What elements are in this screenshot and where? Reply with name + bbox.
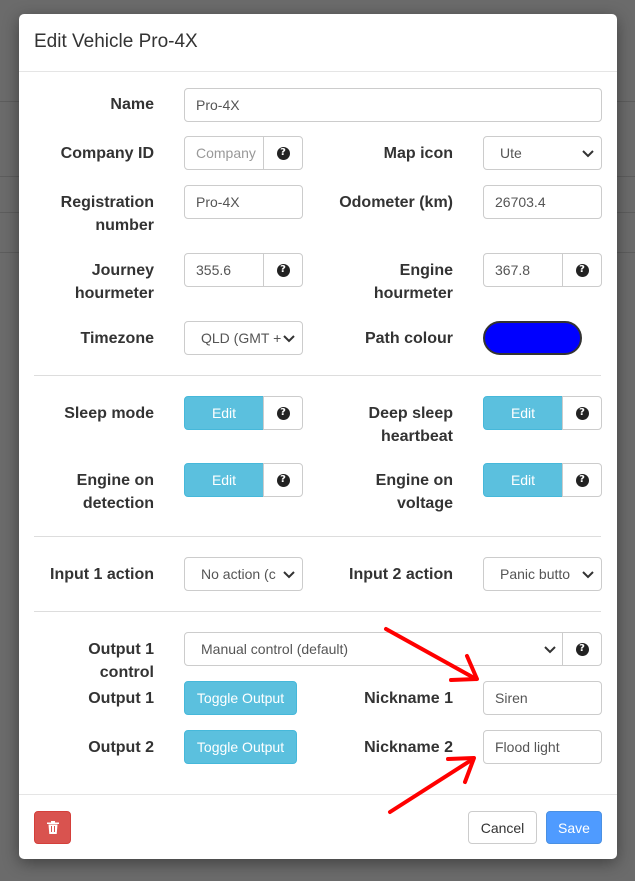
timezone-select[interactable]: QLD (GMT + [184, 321, 303, 355]
engine-detection-help-button[interactable]: ? [263, 463, 303, 497]
sleep-mode-label: Sleep mode [64, 405, 154, 422]
engine-voltage-label-line2: voltage [396, 495, 453, 512]
chevron-down-icon [582, 571, 594, 579]
question-circle-icon: ? [276, 263, 290, 277]
save-button[interactable]: Save [546, 811, 602, 844]
nickname1-label: Nickname 1 [364, 690, 453, 707]
output2-toggle-button[interactable]: Toggle Output [184, 730, 297, 764]
question-circle-icon: ? [276, 146, 290, 160]
input2-action-value: Panic butto [500, 566, 571, 582]
delete-button[interactable] [34, 811, 71, 844]
edit-vehicle-modal: Edit Vehicle Pro-4X Name Pro-4X Company … [19, 14, 617, 859]
map-icon-value: Ute [500, 145, 522, 161]
name-label: Name [110, 96, 154, 113]
path-colour-label: Path colour [364, 330, 453, 347]
engine-hourmeter-label-line2: hourmeter [373, 285, 453, 302]
engine-hourmeter-input[interactable]: 367.8 [483, 253, 563, 287]
engine-detection-label: Engine on detection [34, 469, 154, 515]
company-id-help-button[interactable]: ? [263, 136, 303, 170]
engine-hourmeter-help-button[interactable]: ? [562, 253, 602, 287]
modal-title: Edit Vehicle Pro-4X [34, 31, 198, 52]
registration-label-line2: number [95, 217, 154, 234]
output1-control-value: Manual control (default) [201, 641, 349, 657]
deep-sleep-edit-button[interactable]: Edit [483, 396, 563, 430]
engine-voltage-label: Engine on voltage [319, 469, 453, 515]
timezone-label: Timezone [80, 330, 155, 347]
input1-action-label: Input 1 action [50, 566, 154, 583]
chevron-down-icon [544, 646, 556, 654]
engine-voltage-label-line1: Engine on [375, 472, 453, 489]
journey-hourmeter-label-line2: hourmeter [74, 285, 154, 302]
input1-action-select[interactable]: No action (c [184, 557, 303, 591]
question-circle-icon: ? [276, 406, 290, 420]
input2-action-select[interactable]: Panic butto [483, 557, 602, 591]
sleep-mode-help-button[interactable]: ? [263, 396, 303, 430]
section-divider [34, 611, 601, 612]
output1-control-help-button[interactable]: ? [562, 632, 602, 666]
sleep-mode-edit-button[interactable]: Edit [184, 396, 264, 430]
map-icon-label: Map icon [383, 145, 453, 162]
company-id-label: Company ID [60, 145, 154, 162]
input1-action-value: No action (c [201, 566, 276, 582]
question-circle-icon: ? [575, 473, 589, 487]
odometer-label: Odometer (km) [339, 194, 453, 211]
engine-detection-label-line1: Engine on [76, 472, 154, 489]
registration-label-line1: Registration [60, 194, 154, 211]
path-colour-picker[interactable] [483, 321, 582, 355]
modal-footer: Cancel Save [19, 794, 617, 859]
registration-label: Registration number [34, 191, 154, 237]
modal-header: Edit Vehicle Pro-4X [19, 14, 617, 72]
section-divider [34, 375, 601, 376]
map-icon-select[interactable]: Ute [483, 136, 602, 170]
trash-icon [46, 821, 59, 834]
nickname2-input[interactable]: Flood light [483, 730, 602, 764]
output1-control-label: Output 1 control [88, 641, 154, 681]
journey-hourmeter-input[interactable]: 355.6 [184, 253, 264, 287]
journey-hourmeter-help-button[interactable]: ? [263, 253, 303, 287]
engine-hourmeter-label: Engine hourmeter [319, 259, 453, 305]
nickname1-input[interactable]: Siren [483, 681, 602, 715]
deep-sleep-label-line2: heartbeat [380, 428, 453, 445]
output1-toggle-button[interactable]: Toggle Output [184, 681, 297, 715]
engine-voltage-edit-button[interactable]: Edit [483, 463, 563, 497]
question-circle-icon: ? [575, 263, 589, 277]
deep-sleep-help-button[interactable]: ? [562, 396, 602, 430]
question-circle-icon: ? [575, 642, 589, 656]
deep-sleep-label: Deep sleep heartbeat [319, 402, 453, 448]
nickname2-label: Nickname 2 [364, 739, 453, 756]
cancel-button[interactable]: Cancel [468, 811, 537, 844]
journey-hourmeter-label: Journey hourmeter [34, 259, 154, 305]
name-input[interactable]: Pro-4X [184, 88, 602, 122]
company-id-input[interactable]: Company [184, 136, 264, 170]
engine-voltage-help-button[interactable]: ? [562, 463, 602, 497]
output2-label: Output 2 [88, 739, 154, 756]
chevron-down-icon [283, 571, 295, 579]
output1-label: Output 1 [88, 690, 154, 707]
deep-sleep-label-line1: Deep sleep [368, 405, 453, 422]
chevron-down-icon [582, 150, 594, 158]
engine-detection-label-line2: detection [82, 495, 154, 512]
chevron-down-icon [283, 335, 295, 343]
question-circle-icon: ? [575, 406, 589, 420]
odometer-input[interactable]: 26703.4 [483, 185, 602, 219]
input2-action-label: Input 2 action [349, 566, 453, 583]
section-divider [34, 536, 601, 537]
engine-hourmeter-label-line1: Engine [399, 262, 453, 279]
output1-control-select[interactable]: Manual control (default) [184, 632, 564, 666]
engine-detection-edit-button[interactable]: Edit [184, 463, 264, 497]
registration-input[interactable]: Pro-4X [184, 185, 303, 219]
journey-hourmeter-label-line1: Journey [91, 262, 154, 279]
question-circle-icon: ? [276, 473, 290, 487]
timezone-value: QLD (GMT + [201, 330, 282, 346]
